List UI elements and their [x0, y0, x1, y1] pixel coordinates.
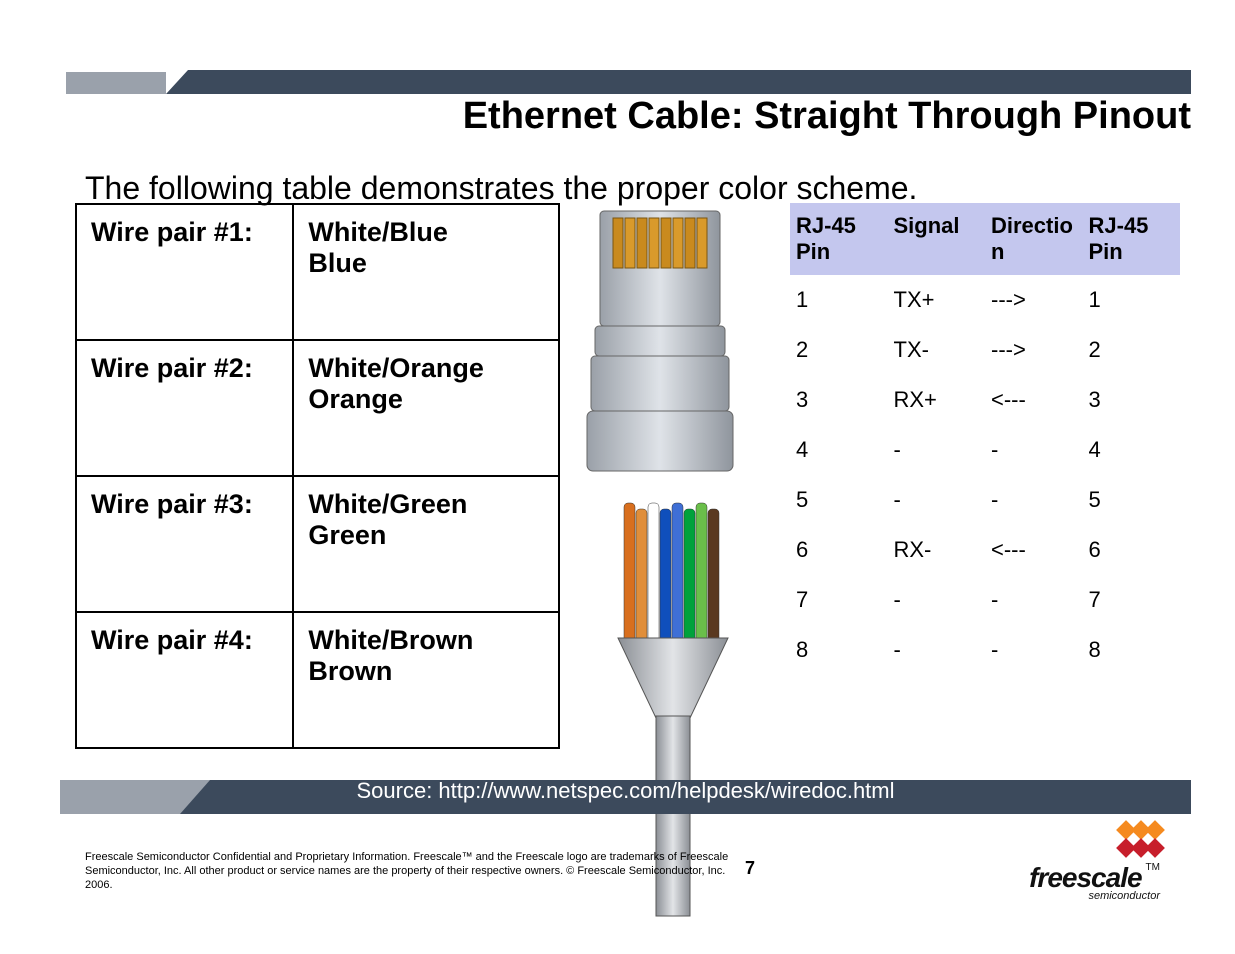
- top-bar-wedge: [166, 70, 188, 94]
- pinout-cell: --->: [985, 325, 1083, 375]
- pinout-cell: 5: [1083, 475, 1181, 525]
- source-text: Source: http://www.netspec.com/helpdesk/…: [60, 778, 1191, 804]
- pinout-cell: TX+: [888, 275, 986, 325]
- pinout-cell: 1: [790, 275, 888, 325]
- pinout-cell: -: [985, 475, 1083, 525]
- logo-chevrons-icon: [1121, 822, 1160, 858]
- disclaimer-text: Freescale Semiconductor Confidential and…: [85, 850, 745, 892]
- pinout-cell: <---: [985, 525, 1083, 575]
- wire-pair-colors: White/OrangeOrange: [293, 340, 559, 476]
- logo-text: freescale: [1029, 862, 1141, 893]
- wire-pair-colors: White/GreenGreen: [293, 476, 559, 612]
- pinout-cell: -: [888, 625, 986, 675]
- pinout-cell: 3: [1083, 375, 1181, 425]
- wire-pair-label: Wire pair #2:: [76, 340, 293, 476]
- pinout-cell: 2: [1083, 325, 1181, 375]
- wire-pairs-table: Wire pair #1:White/BlueBlueWire pair #2:…: [75, 203, 560, 749]
- pinout-table: RJ-45 PinSignalDirectionRJ-45 Pin 1TX+--…: [790, 203, 1180, 675]
- pinout-cell: -: [985, 625, 1083, 675]
- top-bar-left: [66, 72, 166, 94]
- top-accent-bar: [60, 64, 1191, 94]
- bottom-accent-bar: Source: http://www.netspec.com/helpdesk/…: [60, 780, 1191, 814]
- logo-tm: TM: [1146, 862, 1160, 873]
- pinout-cell: 7: [790, 575, 888, 625]
- wire-pair-label: Wire pair #4:: [76, 612, 293, 748]
- pinout-cell: 6: [790, 525, 888, 575]
- pinout-cell: --->: [985, 275, 1083, 325]
- pinout-cell: 1: [1083, 275, 1181, 325]
- pinout-cell: RX-: [888, 525, 986, 575]
- pinout-cell: 2: [790, 325, 888, 375]
- pinout-cell: -: [985, 425, 1083, 475]
- pinout-cell: 8: [790, 625, 888, 675]
- pinout-cell: TX-: [888, 325, 986, 375]
- pinout-cell: 4: [1083, 425, 1181, 475]
- pinout-cell: -: [888, 575, 986, 625]
- pinout-cell: 3: [790, 375, 888, 425]
- freescale-logo: freescaleTM semiconductor: [1029, 822, 1160, 902]
- rj45-connector-icon: [585, 206, 735, 486]
- top-bar-right: [188, 70, 1191, 94]
- pinout-cell: 8: [1083, 625, 1181, 675]
- pinout-cell: RX+: [888, 375, 986, 425]
- pinout-cell: -: [888, 475, 986, 525]
- pinout-cell: 6: [1083, 525, 1181, 575]
- pinout-cell: 7: [1083, 575, 1181, 625]
- wire-pair-colors: White/BrownBrown: [293, 612, 559, 748]
- pinout-header: Signal: [888, 203, 986, 275]
- pinout-header: Direction: [985, 203, 1083, 275]
- pinout-header: RJ-45 Pin: [790, 203, 888, 275]
- page-number: 7: [745, 858, 755, 879]
- pinout-cell: <---: [985, 375, 1083, 425]
- pinout-cell: 4: [790, 425, 888, 475]
- pinout-cell: -: [888, 425, 986, 475]
- pinout-cell: -: [985, 575, 1083, 625]
- wire-pair-colors: White/BlueBlue: [293, 204, 559, 340]
- wire-pair-label: Wire pair #1:: [76, 204, 293, 340]
- pinout-header: RJ-45 Pin: [1083, 203, 1181, 275]
- pinout-cell: 5: [790, 475, 888, 525]
- slide-title: Ethernet Cable: Straight Through Pinout: [0, 95, 1191, 138]
- wire-pair-label: Wire pair #3:: [76, 476, 293, 612]
- slide-intro: The following table demonstrates the pro…: [85, 170, 917, 207]
